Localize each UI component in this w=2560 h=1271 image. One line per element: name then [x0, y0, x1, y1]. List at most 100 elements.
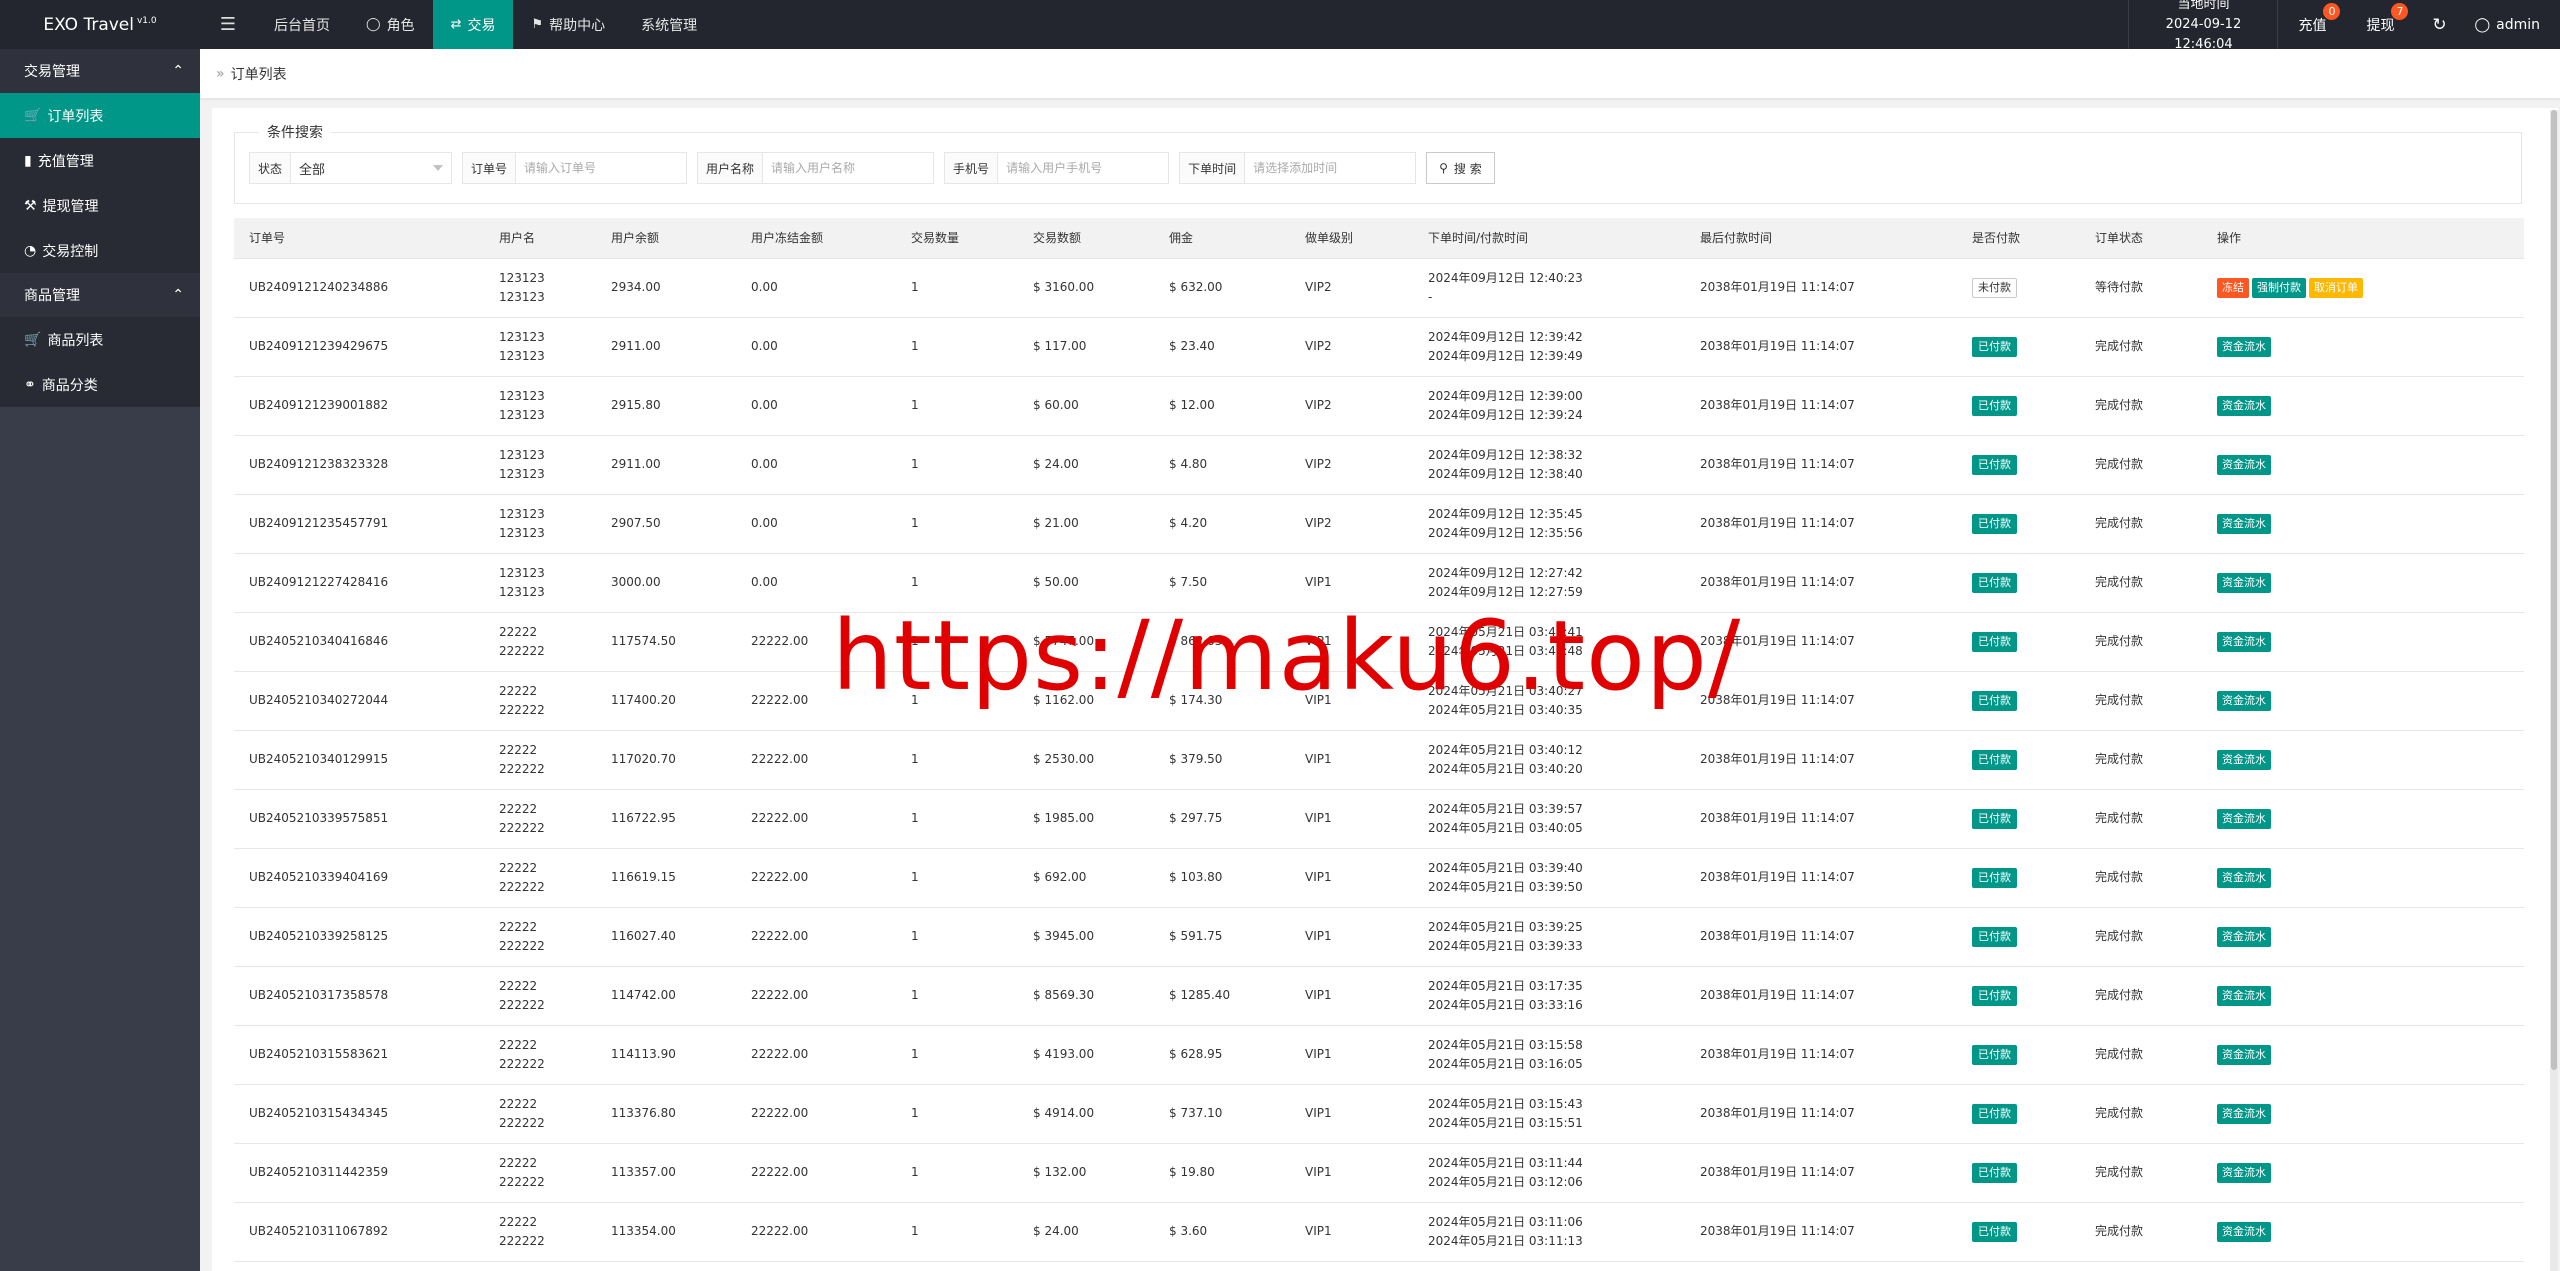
commission: $ 1285.40 — [1154, 966, 1290, 1026]
paid-badge: 已付款 — [1972, 1162, 2017, 1183]
actions-cell: 资金流水 — [2202, 966, 2524, 1026]
last-pay-time: 2038年01月19日 11:14:07 — [1685, 494, 1957, 554]
order-number: UB2405210339258125 — [234, 907, 484, 967]
last-pay-time: 2038年01月19日 11:14:07 — [1685, 258, 1957, 318]
col-last-pay: 最后付款时间 — [1685, 218, 1957, 259]
scrollbar-thumb[interactable] — [2551, 110, 2557, 1070]
pay-time: 2024年05月21日 03:40:05 — [1428, 820, 1583, 835]
actions-cell: 资金流水 — [2202, 907, 2524, 967]
flow-button[interactable]: 资金流水 — [2217, 454, 2271, 475]
order-status: 完成付款 — [2080, 907, 2202, 967]
nav-home[interactable]: 后台首页 — [256, 0, 348, 49]
sidebar-item-recharge[interactable]: ▮ 充值管理 — [0, 138, 200, 183]
sidebar-item-goods-category[interactable]: ⚭ 商品分类 — [0, 362, 200, 407]
sidebar-item-withdraw[interactable]: ⚒ 提现管理 — [0, 183, 200, 228]
flow-button[interactable]: 资金流水 — [2217, 395, 2271, 416]
sidebar-item-orders[interactable]: 🛒 订单列表 — [0, 93, 200, 138]
user-cell: 22222 222222 — [484, 907, 596, 967]
flow-button[interactable]: 资金流水 — [2217, 1162, 2271, 1183]
flow-button[interactable]: 资金流水 — [2217, 572, 2271, 593]
sidebar-item-goods-list[interactable]: 🛒 商品列表 — [0, 317, 200, 362]
trade-amount: $ 8569.30 — [1018, 966, 1154, 1026]
last-pay-time: 2038年01月19日 11:14:07 — [1685, 1025, 1957, 1085]
nav-system[interactable]: 系统管理 — [623, 0, 715, 49]
flow-button[interactable]: 资金流水 — [2217, 631, 2271, 652]
trade-qty: 1 — [896, 907, 1018, 967]
order-number: UB2405210340272044 — [234, 671, 484, 731]
user-name: 222222 — [499, 879, 545, 894]
time-input[interactable] — [1245, 153, 1416, 183]
cancel-order-button[interactable]: 取消订单 — [2309, 277, 2363, 298]
nav-help[interactable]: ⚑ 帮助中心 — [513, 0, 623, 49]
time-cell: 2024年05月21日 03:39:57 2024年05月21日 03:40:05 — [1413, 789, 1685, 849]
trade-qty: 1 — [896, 730, 1018, 790]
paid-cell: 已付款 — [1957, 907, 2080, 967]
freeze-button[interactable]: 冻结 — [2217, 277, 2249, 298]
flow-button[interactable]: 资金流水 — [2217, 336, 2271, 357]
flow-button[interactable]: 资金流水 — [2217, 808, 2271, 829]
cart-icon: 🛒 — [24, 331, 42, 348]
user-cell: 123123 123123 — [484, 435, 596, 495]
refresh-icon[interactable]: ↻ — [2414, 0, 2464, 49]
pay-time: 2024年05月21日 03:15:51 — [1428, 1115, 1583, 1130]
user-account: 22222 — [499, 683, 538, 698]
paid-badge: 已付款 — [1972, 808, 2017, 829]
user-menu[interactable]: ◯ admin — [2464, 0, 2560, 49]
order-time: 2024年05月21日 03:40:12 — [1428, 742, 1583, 757]
scrollbar[interactable] — [2550, 110, 2558, 1271]
user-name: 123123 — [499, 407, 545, 422]
sidebar-item-label: 订单列表 — [47, 108, 104, 125]
app-logo[interactable]: EXO Travel v1.0 — [0, 0, 200, 49]
flow-button[interactable]: 资金流水 — [2217, 513, 2271, 534]
flow-button[interactable]: 资金流水 — [2217, 1044, 2271, 1065]
user-balance: 113376.80 — [596, 1084, 736, 1144]
actions-cell: 资金流水 — [2202, 789, 2524, 849]
order-status: 完成付款 — [2080, 789, 2202, 849]
sidebar-item-trade-control[interactable]: ◔ 交易控制 — [0, 228, 200, 273]
user-name: 222222 — [499, 997, 545, 1012]
user-cell: 22222 222222 — [484, 1084, 596, 1144]
flow-button[interactable]: 资金流水 — [2217, 690, 2271, 711]
user-cell: 123123 123123 — [484, 494, 596, 554]
phone-input[interactable] — [998, 153, 1169, 183]
user-account: 22222 — [499, 919, 538, 934]
order-input[interactable] — [516, 153, 687, 183]
username-input[interactable] — [763, 153, 934, 183]
flow-button[interactable]: 资金流水 — [2217, 1103, 2271, 1124]
paid-cell: 已付款 — [1957, 1084, 2080, 1144]
flow-button[interactable]: 资金流水 — [2217, 867, 2271, 888]
nav-trade[interactable]: ⇄ 交易 — [432, 0, 514, 49]
status-select[interactable]: 全部 — [291, 153, 451, 183]
nav-home-label: 后台首页 — [274, 17, 330, 34]
time-cell: 2024年09月12日 12:38:32 2024年09月12日 12:38:40 — [1413, 435, 1685, 495]
user-account: 22222 — [499, 1037, 538, 1052]
flow-button[interactable]: 资金流水 — [2217, 985, 2271, 1006]
force-pay-button[interactable]: 强制付款 — [2252, 277, 2306, 298]
time-cell: 2024年09月12日 12:39:00 2024年09月12日 12:39:24 — [1413, 376, 1685, 436]
user-name: 222222 — [499, 702, 545, 717]
order-time: 2024年09月12日 12:40:23 — [1428, 270, 1583, 285]
time-cell: 2024年05月21日 03:40:12 2024年05月21日 03:40:20 — [1413, 730, 1685, 790]
user-cell: 22222 222222 — [484, 1025, 596, 1085]
flow-button[interactable]: 资金流水 — [2217, 1221, 2271, 1242]
sidebar-group-trade[interactable]: 交易管理 ⌃ — [0, 49, 200, 93]
flow-button[interactable]: 资金流水 — [2217, 926, 2271, 947]
sidebar-group-goods[interactable]: 商品管理 ⌃ — [0, 273, 200, 317]
order-status: 完成付款 — [2080, 435, 2202, 495]
search-button[interactable]: ⚲ 搜 索 — [1426, 152, 1495, 184]
user-balance: 2934.00 — [596, 258, 736, 318]
withdraw-button[interactable]: 提现 7 — [2346, 0, 2414, 49]
trade-qty: 1 — [896, 848, 1018, 908]
col-status: 订单状态 — [2080, 218, 2202, 259]
menu-toggle-icon[interactable]: ☰ — [200, 0, 256, 49]
exchange-icon: ⇄ — [450, 17, 462, 32]
app-version: v1.0 — [136, 15, 157, 26]
order-time: 2024年05月21日 03:39:25 — [1428, 919, 1583, 934]
order-status: 完成付款 — [2080, 848, 2202, 908]
user-frozen: 22222.00 — [736, 1202, 896, 1262]
flow-button[interactable]: 资金流水 — [2217, 749, 2271, 770]
col-order: 订单号 — [234, 218, 484, 259]
nav-role[interactable]: ◯ 角色 — [348, 0, 433, 49]
recharge-button[interactable]: 充值 0 — [2278, 0, 2346, 49]
trade-qty: 1 — [896, 1084, 1018, 1144]
